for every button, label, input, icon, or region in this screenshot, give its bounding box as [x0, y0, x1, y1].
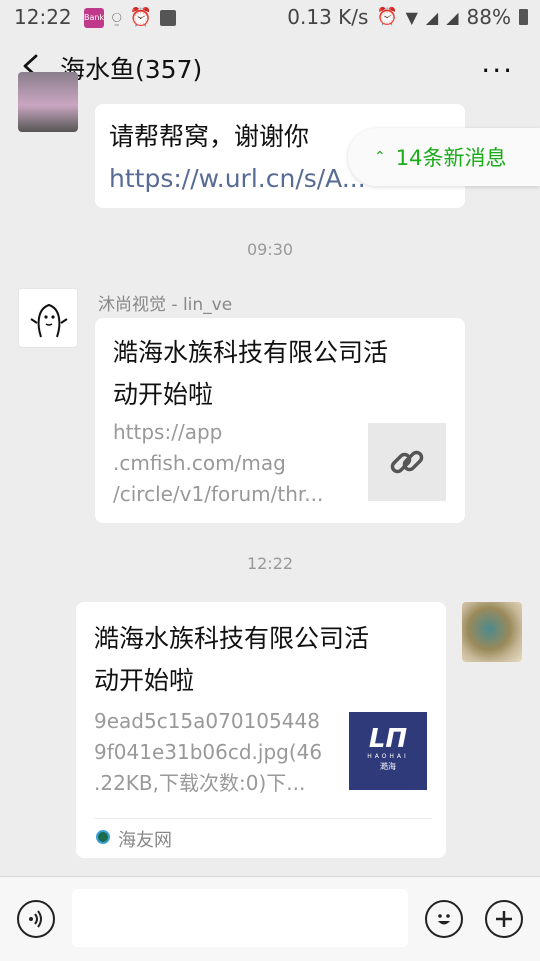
- logo-text: HAOHAI: [367, 753, 409, 760]
- link-card-message[interactable]: 澔海水族科技有限公司活 动开始啦 https://app .cmfish.com…: [95, 318, 465, 523]
- battery-icon: [519, 9, 528, 25]
- status-bar: 12:22 Bank ⍜ ⏰ 0.13 K/s ⏰ ▼ ◢ ◢ 88%: [0, 0, 540, 34]
- status-time: 12:22: [14, 5, 72, 29]
- battery-level: 88%: [466, 5, 511, 29]
- ghost-avatar-icon: [30, 303, 68, 338]
- input-bar: [0, 876, 540, 961]
- mute-icon: ⍜: [112, 7, 122, 27]
- timestamp: 09:30: [246, 240, 294, 259]
- haohai-logo: LΠ HAOHAI 澔海: [349, 712, 427, 790]
- source-name: 海友网: [118, 830, 172, 851]
- card-divider: [94, 818, 432, 819]
- double-chevron-up-icon: ⌃: [374, 149, 386, 165]
- bank-app-icon: Bank: [84, 7, 105, 28]
- avatar[interactable]: [462, 602, 522, 662]
- new-messages-button[interactable]: ⌃ 14条新消息: [348, 128, 540, 186]
- add-button[interactable]: [485, 900, 523, 938]
- signal-icon: ◢: [446, 7, 459, 27]
- message-text: 请帮帮窝，谢谢你: [109, 122, 310, 151]
- avatar[interactable]: [18, 288, 78, 348]
- chat-header: 海水鱼(357) ···: [0, 34, 540, 100]
- logo-mark: LΠ: [368, 724, 408, 754]
- card-title-line: 动开始啦: [113, 380, 214, 409]
- new-messages-label: 14条新消息: [395, 146, 507, 170]
- file-card-message[interactable]: 澔海水族科技有限公司活 动开始啦 9ead5c15a070105448 9f04…: [76, 602, 446, 858]
- link-thumbnail: [368, 423, 446, 501]
- card-title-line: 动开始啦: [94, 666, 195, 695]
- net-speed: 0.13 K/s: [287, 5, 369, 29]
- emoji-icon: [438, 914, 450, 925]
- source-app-icon: [96, 830, 110, 844]
- alarm-icon: ⏰: [376, 7, 398, 27]
- wifi-icon: ▼: [405, 7, 418, 27]
- bank-app-label: Bank: [84, 12, 105, 22]
- timestamp: 12:22: [246, 554, 294, 573]
- message-input[interactable]: [72, 889, 408, 947]
- link-icon: [390, 450, 424, 474]
- card-desc-line: 9ead5c15a070105448: [94, 709, 320, 733]
- alarm-icon: ⏰: [129, 7, 153, 28]
- chat-title: 海水鱼(357): [60, 55, 203, 84]
- status-right: 0.13 K/s ⏰ ▼ ◢ ◢ 88%: [287, 5, 528, 29]
- plus-icon: [496, 911, 512, 927]
- card-title-line: 澔海水族科技有限公司活: [113, 338, 389, 367]
- card-desc-line: 9f041e31b06cd.jpg(46: [94, 740, 323, 764]
- more-icon[interactable]: ···: [481, 54, 514, 87]
- card-url-line: https://app: [113, 420, 223, 444]
- card-desc-line: .22KB,下载次数:0)下...: [94, 771, 306, 795]
- voice-icon: [29, 910, 42, 928]
- card-title-line: 澔海水族科技有限公司活: [94, 624, 370, 653]
- sender-name: 沐尚视觉 - lin_ve: [98, 295, 233, 315]
- avatar[interactable]: [18, 72, 78, 132]
- signal-icon: ◢: [425, 7, 439, 27]
- status-notification-icons: Bank ⍜ ⏰: [84, 7, 177, 28]
- image-icon: [160, 9, 177, 26]
- voice-button[interactable]: [17, 900, 55, 938]
- emoji-button[interactable]: [425, 900, 463, 938]
- card-url-line: .cmfish.com/mag: [113, 451, 286, 475]
- logo-sub: 澔海: [380, 762, 396, 771]
- card-url-line: /circle/v1/forum/thr...: [113, 482, 324, 506]
- message-link[interactable]: https://w.url.cn/s/A...: [109, 158, 366, 200]
